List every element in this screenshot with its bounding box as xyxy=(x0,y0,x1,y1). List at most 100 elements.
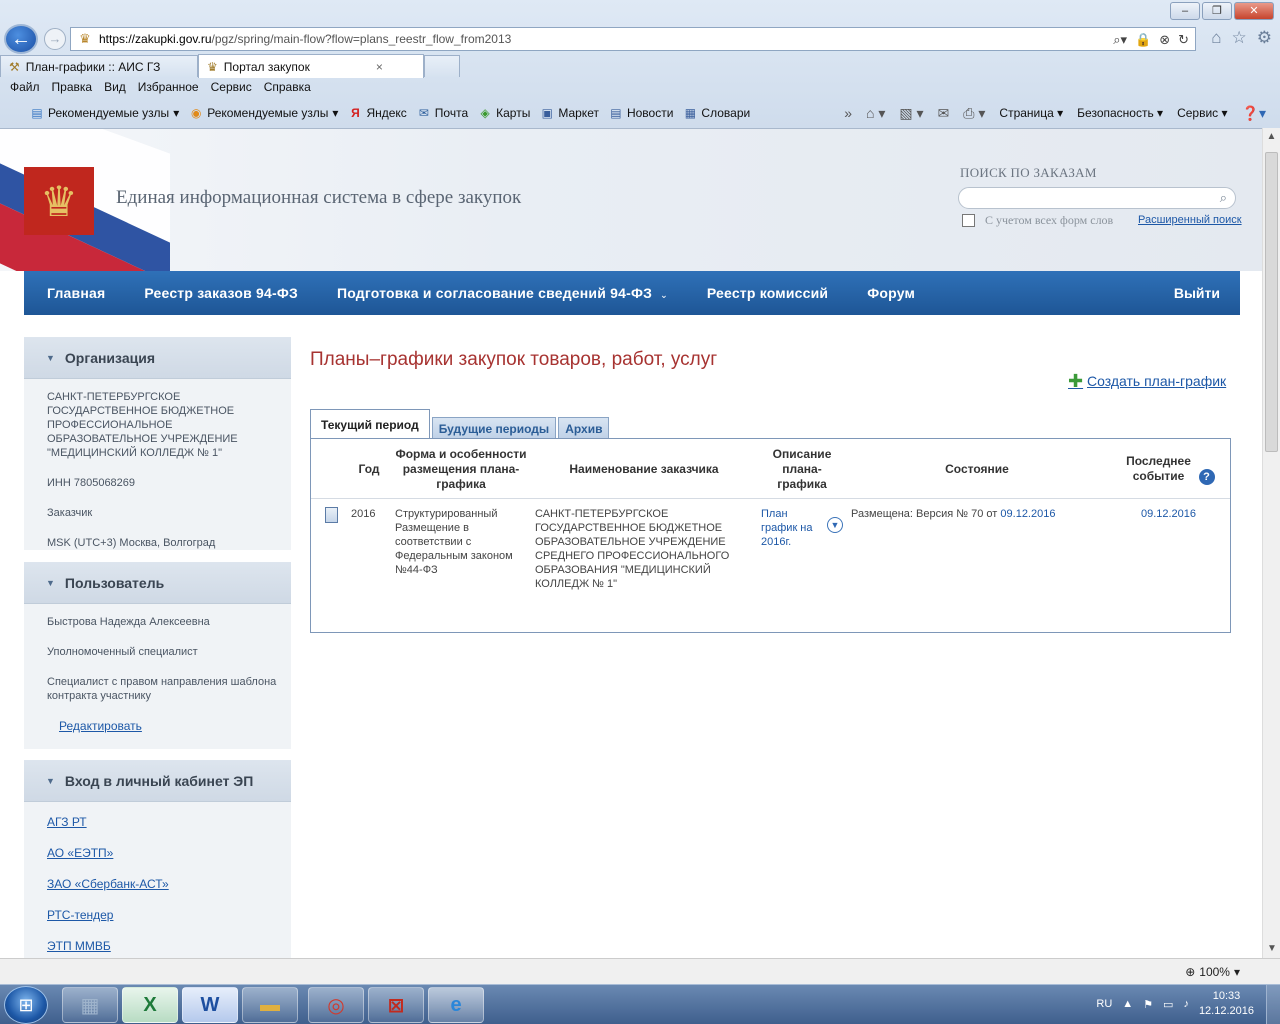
minimize-button[interactable]: – xyxy=(1170,2,1200,20)
ep-link-mmvb[interactable]: ЭТП ММВБ xyxy=(24,939,291,953)
cmd-tools[interactable]: Сервис ▾ xyxy=(1177,106,1227,120)
browser-tab-portal[interactable]: ♛ Портал закупок × xyxy=(198,54,424,78)
start-button[interactable]: ⊞ xyxy=(4,986,48,1024)
nav-forum[interactable]: Форум xyxy=(844,285,915,301)
last-event-link[interactable]: 09.12.2016 xyxy=(1141,508,1196,520)
vertical-scrollbar[interactable]: ▲ ▼ xyxy=(1262,128,1280,958)
tab-archive[interactable]: Архив xyxy=(558,417,610,439)
tools-icon: ⚒ xyxy=(9,59,20,74)
fav-market[interactable]: ▣ Маркет xyxy=(540,106,599,120)
print-icon[interactable]: ⎙ ▾ xyxy=(963,105,985,122)
fav-mail[interactable]: ✉ Почта xyxy=(417,106,468,120)
home-icon[interactable]: ⌂ xyxy=(1211,28,1221,48)
nav-orders-registry[interactable]: Реестр заказов 94-ФЗ xyxy=(121,285,298,301)
word-forms-checkbox[interactable] xyxy=(962,214,975,227)
advanced-search-link[interactable]: Расширенный поиск xyxy=(1138,214,1242,226)
system-tray: RU ▲ ⚑ ▭ ♪ 10:33 12.12.2016 xyxy=(1096,989,1254,1019)
home-icon[interactable]: ⌂ ▾ xyxy=(866,105,885,122)
menu-edit[interactable]: Правка xyxy=(48,78,101,98)
volume-icon[interactable]: ♪ xyxy=(1183,998,1189,1010)
network-warning-icon[interactable]: ⚑ xyxy=(1143,998,1153,1011)
refresh-icon[interactable]: ↻ xyxy=(1178,32,1189,48)
menu-file[interactable]: Файл xyxy=(6,78,48,98)
scroll-up-icon[interactable]: ▲ xyxy=(1263,128,1280,146)
close-tab-icon[interactable]: × xyxy=(376,60,383,74)
row-year: 2016 xyxy=(351,508,376,520)
menu-view[interactable]: Вид xyxy=(100,78,134,98)
taskbar-word-icon[interactable]: W xyxy=(182,987,238,1023)
sidebar-user-header[interactable]: ▼ Пользователь xyxy=(24,562,291,604)
clock[interactable]: 10:33 12.12.2016 xyxy=(1199,989,1254,1019)
address-bar[interactable]: ♛ https://zakupki.gov.ru/pgz/spring/main… xyxy=(70,27,1196,51)
stop-icon[interactable]: ⊗ xyxy=(1159,32,1170,48)
gear-icon[interactable]: ⚙ xyxy=(1257,28,1272,48)
search-input[interactable]: ⌕ xyxy=(958,187,1236,209)
tab-future-periods[interactable]: Будущие периоды xyxy=(431,417,557,439)
help-icon[interactable]: ? xyxy=(1198,468,1215,485)
tab-current-period[interactable]: Текущий период xyxy=(310,409,430,439)
col-year: Год xyxy=(347,439,391,499)
taskbar-excel-icon[interactable]: X xyxy=(122,987,178,1023)
scroll-thumb[interactable] xyxy=(1265,152,1278,452)
logout-link[interactable]: Выйти xyxy=(1174,285,1220,301)
zoom-control[interactable]: ⊕ 100% ▾ xyxy=(1185,965,1240,979)
fav-recommended-1[interactable]: ▤ Рекомендуемые узлы ▾ xyxy=(30,106,179,120)
taskbar-ie-icon[interactable]: e xyxy=(428,987,484,1023)
market-icon: ▣ xyxy=(541,106,553,120)
taskbar-explorer-icon[interactable]: ▬ xyxy=(242,987,298,1023)
chevron-down-icon[interactable]: ▼ xyxy=(827,517,843,533)
search-label: ПОИСК ПО ЗАКАЗАМ xyxy=(960,165,1097,180)
cmd-page[interactable]: Страница ▾ xyxy=(999,106,1063,120)
lock-icon[interactable]: 🔒 xyxy=(1135,32,1151,48)
nav-home[interactable]: Главная xyxy=(24,285,105,301)
cmd-security[interactable]: Безопасность ▾ xyxy=(1077,106,1163,120)
more-chevron-icon[interactable]: » xyxy=(844,105,852,121)
ep-link-sberbank[interactable]: ЗАО «Сбербанк-АСТ» xyxy=(24,877,291,891)
taskbar-pdf-icon[interactable]: ⊠ xyxy=(368,987,424,1023)
fav-maps[interactable]: ◈ Карты xyxy=(478,106,531,120)
mail-icon[interactable]: ✉ xyxy=(938,105,950,122)
fav-yandex[interactable]: Я Яндекс xyxy=(348,106,407,120)
ep-link-agz[interactable]: АГЗ РТ xyxy=(24,815,291,829)
fav-recommended-2[interactable]: ◉ Рекомендуемые узлы ▾ xyxy=(189,106,338,120)
browser-tab-plans[interactable]: ⚒ План-графики :: АИС ГЗ xyxy=(0,55,198,77)
display-icon[interactable]: ▭ xyxy=(1163,998,1173,1011)
menu-help[interactable]: Справка xyxy=(260,78,319,98)
language-indicator[interactable]: RU xyxy=(1096,998,1112,1010)
show-desktop-button[interactable] xyxy=(1266,985,1280,1024)
chevron-down-icon: ▾ xyxy=(1233,965,1240,979)
help-icon[interactable]: ❓▾ xyxy=(1242,105,1266,122)
new-tab-button[interactable] xyxy=(424,55,460,77)
fav-news[interactable]: ▤ Новости xyxy=(609,106,673,120)
menu-tools[interactable]: Сервис xyxy=(207,78,260,98)
sidebar-org-header[interactable]: ▼ Организация xyxy=(24,337,291,379)
search-icon[interactable]: ⌕ xyxy=(1220,190,1227,206)
nav-preparation[interactable]: Подготовка и согласование сведений 94-ФЗ… xyxy=(314,285,668,301)
feeds-icon[interactable]: ▧ ▾ xyxy=(899,105,923,122)
nav-commissions[interactable]: Реестр комиссий xyxy=(684,285,828,301)
ep-link-rts[interactable]: РТС-тендер xyxy=(24,908,291,922)
maximize-button[interactable]: ❐ xyxy=(1202,2,1232,20)
create-plan-link[interactable]: ✚ Создать план-график xyxy=(1068,372,1226,390)
status-date-link[interactable]: 09.12.2016 xyxy=(1000,508,1055,520)
ep-link-eetp[interactable]: АО «ЕЭТП» xyxy=(24,846,291,860)
back-button[interactable]: ← xyxy=(4,24,38,54)
tray-expand-icon[interactable]: ▲ xyxy=(1122,998,1133,1010)
fav-dictionaries[interactable]: ▦ Словари xyxy=(683,106,750,120)
scroll-down-icon[interactable]: ▼ xyxy=(1263,940,1280,958)
plan-description-link[interactable]: План график на 2016г. xyxy=(761,508,813,548)
col-form: Форма и особенности размещения плана-гра… xyxy=(391,439,531,499)
forward-button[interactable]: → xyxy=(44,28,66,50)
sidebar-ep-header[interactable]: ▼ Вход в личный кабинет ЭП xyxy=(24,760,291,802)
address-tools: ⌕▾ 🔒 ⊗ ↻ xyxy=(1113,32,1189,48)
close-window-button[interactable]: ✕ xyxy=(1234,2,1274,20)
edit-profile-link[interactable]: Редактировать xyxy=(24,719,291,733)
taskbar-calculator-icon[interactable]: ▦ xyxy=(62,987,118,1023)
favorites-star-icon[interactable]: ☆ xyxy=(1232,28,1247,48)
sidebar-user: ▼ Пользователь Быстрова Надежда Алексеевн… xyxy=(24,562,291,749)
taskbar-chrome-icon[interactable]: ◎ xyxy=(308,987,364,1023)
search-icon[interactable]: ⌕▾ xyxy=(1113,32,1127,48)
menu-favorites[interactable]: Избранное xyxy=(134,78,207,98)
document-icon[interactable] xyxy=(325,507,338,523)
coat-of-arms-icon[interactable]: ♛ xyxy=(24,167,94,235)
